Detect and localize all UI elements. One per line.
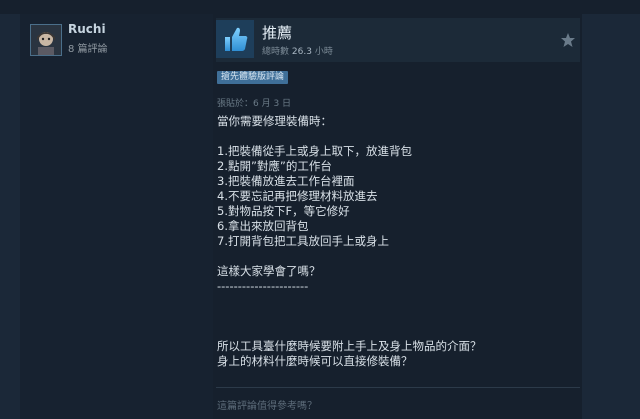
author-panel: Ruchi 8 篇評論 — [20, 14, 213, 419]
review-page: Ruchi 8 篇評論 推薦 總時數 26.3 小時 搶先體驗版評論 張貼於：6… — [0, 0, 640, 419]
review-line — [217, 249, 577, 264]
review-line: 3.把裝備放進去工作台裡面 — [217, 174, 355, 188]
playtime: 總時數 26.3 小時 — [262, 44, 333, 57]
review-line: 4.不要忘記再把修理材料放進去 — [217, 189, 378, 203]
review-line: 2.點開”對應”的工作台 — [217, 159, 332, 173]
review-line — [217, 309, 577, 324]
review-line: 1.把裝備從手上或身上取下，放進背包 — [217, 144, 412, 158]
review-line: 所以工具臺什麼時候要附上手上及身上物品的介面？ — [217, 339, 482, 353]
avatar-image — [31, 25, 61, 55]
review-line: 當你需要修理裝備時： — [217, 114, 332, 128]
early-access-badge: 搶先體驗版評論 — [217, 71, 289, 84]
review-line: 這樣大家學會了嗎？ — [217, 264, 321, 278]
helpful-prompt: 這篇評論值得參考嗎？ — [217, 401, 317, 412]
thumbs-up-icon — [216, 20, 254, 58]
verdict-header: 推薦 總時數 26.3 小時 — [216, 18, 580, 62]
author-name[interactable]: Ruchi — [68, 22, 106, 36]
review-line — [217, 324, 577, 339]
playtime-unit: 小時 — [314, 47, 333, 57]
review-line: ---------------------- — [217, 279, 309, 293]
playtime-prefix: 總時數 — [262, 47, 290, 57]
verdict-title[interactable]: 推薦 — [262, 22, 292, 43]
review-line: 7.打開背包把工具放回手上或身上 — [217, 234, 389, 248]
review-line — [217, 294, 577, 309]
posted-date: 張貼於：6 月 3 日 — [217, 99, 292, 109]
review-line: 6.拿出來放回背包 — [217, 219, 309, 233]
playtime-value: 26.3 — [291, 47, 312, 57]
author-review-count[interactable]: 8 篇評論 — [68, 40, 108, 55]
review-line — [217, 129, 577, 144]
review-body: 當你需要修理裝備時： 1.把裝備從手上或身上取下，放進背包 2.點開”對應”的工… — [217, 114, 577, 369]
review-card: Ruchi 8 篇評論 推薦 總時數 26.3 小時 搶先體驗版評論 張貼於：6… — [20, 14, 582, 419]
avatar[interactable] — [30, 24, 62, 56]
divider — [216, 387, 580, 388]
review-line: 身上的材料什麼時候可以直接修裝備？ — [217, 354, 413, 368]
top-strip — [0, 0, 640, 14]
star-icon[interactable] — [560, 32, 576, 48]
review-line: 5.對物品按下F，等它修好 — [217, 204, 350, 218]
